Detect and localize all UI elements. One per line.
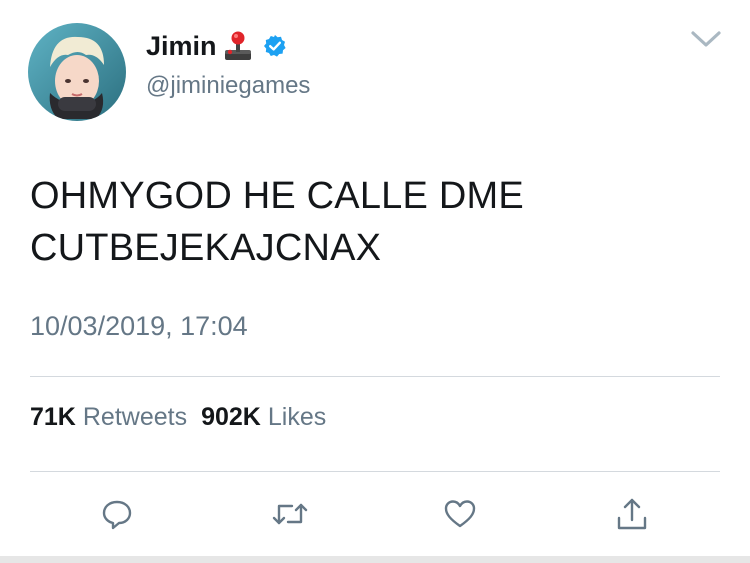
display-name[interactable]: Jimin xyxy=(146,28,217,64)
likes-stat[interactable]: 902K Likes xyxy=(201,398,326,436)
user-handle[interactable]: @jiminiegames xyxy=(146,70,310,102)
divider xyxy=(30,471,720,472)
tweet-text: OHMYGOD HE CALLE DME CUTBEJEKAJCNAX xyxy=(30,170,710,274)
reply-button[interactable] xyxy=(97,496,137,536)
share-icon xyxy=(614,496,650,537)
tweet-card: Jimin @jiminiegames OHMYGOD HE CALLE DME xyxy=(0,0,750,563)
heart-icon xyxy=(442,497,478,536)
name-row: Jimin xyxy=(146,28,287,64)
like-button[interactable] xyxy=(440,496,480,536)
verified-badge-icon xyxy=(263,34,287,58)
engagement-stats: 71K Retweets 902K Likes xyxy=(30,398,326,436)
tweet-text-line-2: CUTBEJEKAJCNAX xyxy=(30,227,382,269)
likes-count: 902K xyxy=(201,403,261,431)
retweets-count: 71K xyxy=(30,403,76,431)
retweet-button[interactable] xyxy=(270,496,310,536)
tweet-text-line-1: OHMYGOD HE CALLE DME xyxy=(30,175,524,217)
retweets-label: Retweets xyxy=(82,403,188,431)
joystick-icon xyxy=(223,30,253,62)
avatar[interactable] xyxy=(28,23,126,121)
bottom-edge xyxy=(0,556,750,563)
share-button[interactable] xyxy=(612,496,652,536)
retweets-stat[interactable]: 71K Retweets xyxy=(30,398,187,436)
divider xyxy=(30,376,720,377)
tweet-timestamp[interactable]: 10/03/2019, 17:04 xyxy=(30,306,248,346)
chevron-down-icon[interactable] xyxy=(690,28,722,50)
reply-icon xyxy=(100,497,134,536)
likes-label: Likes xyxy=(267,403,327,431)
retweet-icon xyxy=(270,498,310,535)
